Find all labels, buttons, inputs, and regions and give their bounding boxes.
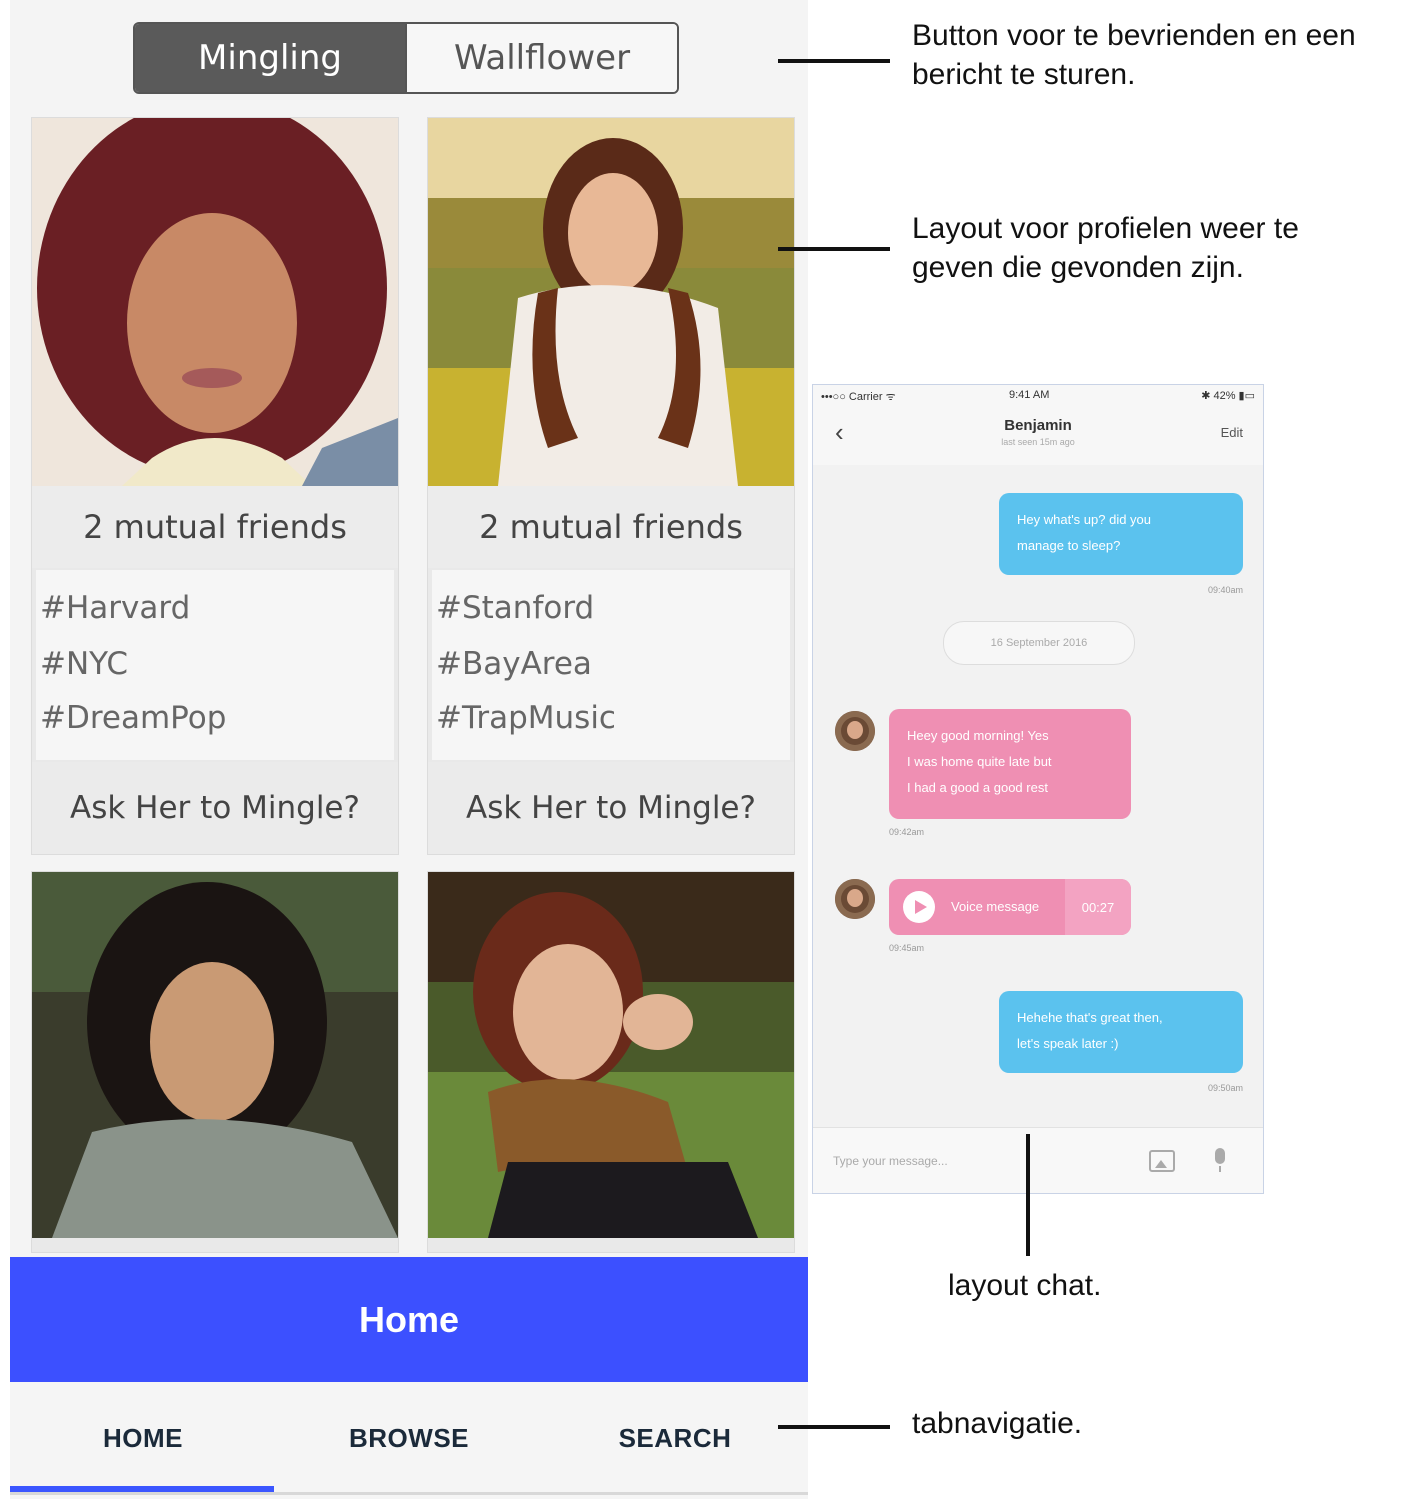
status-time: 9:41 AM xyxy=(1009,389,1050,401)
status-carrier: •••○○ Carrier ᯤ xyxy=(821,391,896,403)
annotation-text: geven die gevonden zijn. xyxy=(912,251,1244,284)
tab-home[interactable]: HOME xyxy=(10,1382,276,1494)
tag: #NYC xyxy=(40,646,129,682)
app-mockup: Mingling Wallflower 2 mutual friends #Ha… xyxy=(10,0,808,1499)
annotation-line xyxy=(778,59,890,63)
annotation-line xyxy=(778,1425,890,1429)
segmented-control: Mingling Wallflower xyxy=(133,22,679,94)
message-bubble-outgoing: Hehehe that's great then, let's speak la… xyxy=(999,991,1243,1073)
annotation-layout: Layout voor profielen weer te geven die … xyxy=(912,209,1299,287)
annotation-tabs: tabnavigatie. xyxy=(912,1407,1083,1440)
tag-list: #Harvard #NYC #DreamPop xyxy=(36,570,394,760)
voice-message-label: Voice message xyxy=(951,899,1040,914)
profile-card[interactable]: 2 mutual friends #Stanford #BayArea #Tra… xyxy=(428,118,794,854)
chat-mockup: •••○○ Carrier ᯤ 9:41 AM ✱ 42% ▮▭ ‹ Benja… xyxy=(812,384,1264,1194)
edit-button[interactable]: Edit xyxy=(1221,425,1243,440)
message-line: manage to sleep? xyxy=(1017,538,1121,553)
message-line: Heey good morning! Yes xyxy=(907,728,1049,743)
tag: #TrapMusic xyxy=(436,700,616,736)
tag: #DreamPop xyxy=(40,700,227,736)
mutual-friends-label: 2 mutual friends xyxy=(32,486,398,568)
voice-message[interactable]: Voice message 00:27 xyxy=(889,879,1131,935)
profile-photo xyxy=(428,872,794,1238)
annotation-line xyxy=(1026,1134,1030,1256)
tag: #Harvard xyxy=(40,590,191,626)
avatar xyxy=(835,879,875,919)
tag-list: #Stanford #BayArea #TrapMusic xyxy=(432,570,790,760)
message-line: Hehehe that's great then, xyxy=(1017,1010,1163,1025)
annotation-text: Button voor te bevrienden en een xyxy=(912,19,1356,52)
message-input-bar[interactable]: Type your message... xyxy=(813,1127,1263,1193)
segment-wallflower[interactable]: Wallflower xyxy=(405,24,677,92)
message-time: 09:50am xyxy=(1207,1083,1243,1093)
tab-divider xyxy=(10,1492,808,1495)
microphone-icon[interactable] xyxy=(1215,1148,1225,1172)
tag: #BayArea xyxy=(436,646,592,682)
message-line: Hey what's up? did you xyxy=(1017,512,1152,527)
home-title-bar: Home xyxy=(10,1257,808,1382)
tab-bar: HOME BROWSE SEARCH xyxy=(10,1382,808,1499)
tab-search[interactable]: SEARCH xyxy=(542,1382,808,1494)
message-bubble-outgoing: Hey what's up? did you manage to sleep? xyxy=(999,493,1243,575)
chat-contact-name: Benjamin xyxy=(1004,417,1072,434)
ask-to-mingle-button[interactable]: Ask Her to Mingle? xyxy=(32,762,398,854)
message-time: 09:42am xyxy=(889,827,925,837)
annotation-text: bericht te sturen. xyxy=(912,58,1136,91)
image-icon[interactable] xyxy=(1149,1150,1175,1172)
profile-card[interactable] xyxy=(428,872,794,1252)
tag: #Stanford xyxy=(436,590,595,626)
message-time: 09:45am xyxy=(889,943,925,953)
message-bubble-incoming: Heey good morning! Yes I was home quite … xyxy=(889,709,1131,819)
profile-photo xyxy=(32,118,398,486)
segment-mingling[interactable]: Mingling xyxy=(135,24,405,92)
annotation-button: Button voor te bevrienden en een bericht… xyxy=(912,16,1356,94)
tab-browse[interactable]: BROWSE xyxy=(276,1382,542,1494)
annotation-chat: layout chat. xyxy=(948,1269,1102,1302)
profile-card[interactable] xyxy=(32,872,398,1252)
message-line: I was home quite late but xyxy=(907,754,1052,769)
avatar xyxy=(835,711,875,751)
message-line: I had a good a good rest xyxy=(907,780,1048,795)
profile-photo xyxy=(32,872,398,1238)
annotation-line xyxy=(778,247,890,251)
play-icon[interactable] xyxy=(903,891,935,923)
ask-to-mingle-button[interactable]: Ask Her to Mingle? xyxy=(428,762,794,854)
message-line: let's speak later :) xyxy=(1017,1036,1119,1051)
profile-card[interactable]: 2 mutual friends #Harvard #NYC #DreamPop… xyxy=(32,118,398,854)
message-time: 09:40am xyxy=(1207,585,1243,595)
mutual-friends-label: 2 mutual friends xyxy=(428,486,794,568)
chat-last-seen: last seen 15m ago xyxy=(1001,437,1075,447)
annotation-text: Layout voor profielen weer te xyxy=(912,212,1299,245)
message-input[interactable]: Type your message... xyxy=(833,1154,948,1168)
profile-photo xyxy=(428,118,794,486)
date-separator: 16 September 2016 xyxy=(943,621,1135,665)
voice-duration: 00:27 xyxy=(1065,879,1131,935)
status-battery: ✱ 42% ▮▭ xyxy=(1201,390,1255,402)
